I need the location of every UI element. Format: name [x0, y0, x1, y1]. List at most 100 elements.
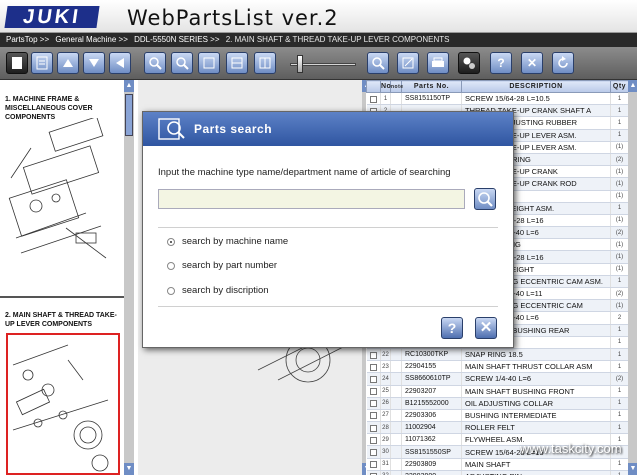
search-icon[interactable] — [367, 52, 389, 74]
header-no: No — [380, 80, 391, 93]
fit-width-icon[interactable] — [226, 52, 248, 74]
arrow-left-icon[interactable] — [109, 52, 131, 74]
row-qty: 1 — [610, 360, 628, 374]
arrow-down-icon[interactable] — [83, 52, 105, 74]
selected-thumbnail[interactable] — [6, 333, 120, 475]
search-input[interactable] — [158, 189, 465, 209]
settings-icon[interactable] — [458, 52, 480, 74]
table-row[interactable]: 23 22904155 MAIN SHAFT THRUST COLLAR ASM 1 — [366, 360, 628, 374]
row-number: 23 — [380, 360, 391, 374]
page-icon[interactable] — [6, 52, 28, 74]
table-row[interactable]: 1 SS8151150TP SCREW 15/64-28 L=10.5 1 — [366, 92, 628, 106]
checkbox[interactable] — [369, 95, 377, 103]
row-checkbox[interactable] — [366, 397, 381, 410]
checkbox[interactable] — [369, 400, 377, 408]
table-scroll-down-icon[interactable]: ▼ — [628, 463, 637, 475]
row-qty: (1) — [610, 165, 628, 179]
row-checkbox[interactable] — [366, 421, 381, 435]
row-checkbox[interactable] — [366, 360, 381, 374]
row-checkbox[interactable] — [366, 445, 381, 459]
table-row[interactable]: 26 B1215552000 OIL ADJUSTING COLLAR 1 — [366, 397, 628, 410]
row-description: ROLLER FELT — [461, 421, 611, 435]
row-checkbox[interactable] — [366, 385, 381, 398]
row-description: SCREW 1/4-40 L=6 — [461, 372, 611, 386]
row-number: 29 — [380, 433, 391, 447]
row-number: 1 — [380, 92, 391, 106]
thumbnail-scrollbar[interactable]: ▲ ▼ — [124, 80, 134, 475]
zoom-in-icon[interactable] — [144, 52, 166, 74]
dialog-prompt: Input the machine type name/department n… — [158, 167, 451, 178]
table-row[interactable]: 24 SS8660610TP SCREW 1/4-40 L=6 (2) — [366, 372, 628, 386]
row-note — [390, 433, 402, 447]
radio-label: search by machine name — [182, 236, 289, 247]
table-scroll-up-icon[interactable]: ▲ — [628, 80, 637, 92]
checkbox[interactable] — [369, 424, 377, 432]
print-icon[interactable] — [427, 52, 449, 74]
row-parts-number: SS8660610TP — [401, 372, 462, 386]
table-row[interactable]: 25 22903207 MAIN SHAFT BUSHING FRONT 1 — [366, 385, 628, 398]
row-checkbox[interactable] — [366, 348, 381, 362]
radio-part-number[interactable]: search by part number — [167, 260, 277, 271]
row-note — [390, 470, 402, 475]
radio-button[interactable] — [167, 286, 175, 295]
scroll-up-icon[interactable]: ▲ — [124, 80, 134, 92]
note-icon[interactable] — [397, 52, 419, 74]
scroll-thumb[interactable] — [125, 94, 133, 136]
help-icon[interactable]: ? — [490, 52, 512, 74]
table-scrollbar[interactable]: ▲ ▼ — [628, 80, 637, 475]
checkbox[interactable] — [369, 351, 377, 359]
checkbox[interactable] — [369, 461, 377, 469]
list-icon[interactable] — [31, 52, 53, 74]
row-qty: 1 — [610, 458, 628, 471]
frame-drawing[interactable] — [6, 118, 118, 272]
row-qty: 2 — [610, 311, 628, 325]
radio-description[interactable]: search by discription — [167, 285, 269, 296]
fit-page-icon[interactable] — [198, 52, 220, 74]
checkbox[interactable] — [369, 412, 377, 420]
radio-button[interactable] — [167, 261, 175, 270]
checkbox[interactable] — [369, 436, 377, 444]
row-checkbox[interactable] — [366, 372, 381, 386]
row-description: SNAP RING 18.5 — [461, 348, 611, 362]
close-icon[interactable]: ✕ — [521, 52, 543, 74]
row-checkbox[interactable] — [366, 458, 381, 471]
row-checkbox[interactable] — [366, 92, 381, 106]
checkbox[interactable] — [369, 375, 377, 383]
watermark-text: www.taskcity.com — [520, 441, 622, 456]
breadcrumb-item-series[interactable]: DDL-5550N SERIES >> — [134, 35, 219, 44]
checkbox[interactable] — [369, 363, 377, 371]
checkbox[interactable] — [369, 449, 377, 457]
fit-height-icon[interactable] — [254, 52, 276, 74]
row-checkbox[interactable] — [366, 409, 381, 423]
dialog-header: Parts search — [143, 112, 513, 146]
row-number: 31 — [380, 458, 391, 471]
dialog-help-button[interactable]: ? — [441, 317, 463, 339]
checkbox[interactable] — [369, 388, 377, 396]
zoom-out-icon[interactable] — [171, 52, 193, 74]
row-checkbox[interactable] — [366, 470, 381, 475]
table-row[interactable]: 22 RC10300TKP SNAP RING 18.5 1 — [366, 348, 628, 362]
breadcrumb-item-general[interactable]: General Machine >> — [55, 35, 128, 44]
refresh-icon[interactable] — [552, 52, 574, 74]
main-shaft-drawing — [12, 344, 109, 472]
radio-button[interactable] — [167, 237, 175, 246]
row-note — [390, 372, 402, 386]
row-checkbox[interactable] — [366, 433, 381, 447]
zoom-slider-thumb[interactable] — [297, 55, 303, 73]
row-qty: (1) — [610, 190, 628, 203]
row-qty: (2) — [610, 226, 628, 240]
scroll-down-icon[interactable]: ▼ — [124, 463, 134, 475]
dialog-search-button[interactable] — [474, 188, 496, 210]
table-row[interactable]: 31 22903809 MAIN SHAFT 1 — [366, 458, 628, 471]
table-row[interactable]: 32 22903900ADJUSTING PIN1 — [366, 470, 628, 475]
arrow-up-icon[interactable] — [57, 52, 79, 74]
row-qty: 1 — [610, 409, 628, 423]
row-note — [390, 385, 402, 398]
table-row[interactable]: 28 11002904 ROLLER FELT 1 — [366, 421, 628, 435]
row-qty: 1 — [610, 275, 628, 289]
dialog-close-button[interactable]: ✕ — [475, 317, 497, 339]
section-title-main-shaft[interactable]: 2. MAIN SHAFT & THREAD TAKE-UP LEVER COM… — [5, 311, 120, 329]
breadcrumb-root[interactable]: PartsTop >> — [6, 35, 49, 44]
table-row[interactable]: 27 22903306 BUSHING INTERMEDIATE 1 — [366, 409, 628, 423]
radio-machine-name[interactable]: search by machine name — [167, 236, 288, 247]
